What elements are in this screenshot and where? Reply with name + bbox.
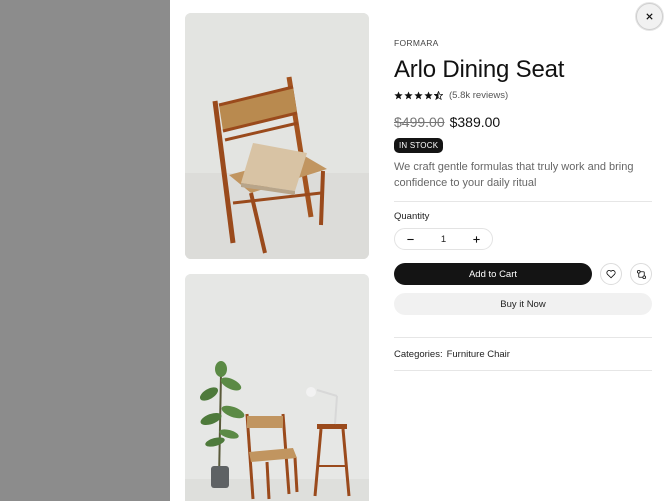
quantity-label: Quantity — [394, 211, 430, 222]
close-button[interactable] — [636, 3, 663, 30]
stock-badge: IN STOCK — [394, 138, 444, 153]
wishlist-button[interactable] — [600, 263, 622, 285]
quantity-value[interactable]: 1 — [441, 234, 446, 245]
divider — [394, 201, 652, 202]
quick-view-panel: FORMARA Arlo Dining Seat (5.8k reviews) … — [170, 0, 668, 501]
brand-name: FORMARA — [394, 38, 439, 48]
buy-now-button[interactable]: Buy it Now — [394, 293, 652, 315]
categories-label: Categories: — [394, 349, 443, 360]
quantity-stepper: 1 — [394, 228, 493, 250]
modal-backdrop[interactable] — [0, 0, 170, 501]
category-link[interactable]: Furniture Chair — [447, 349, 510, 360]
star-icon — [404, 91, 413, 100]
star-icon — [414, 91, 423, 100]
rating-row: (5.8k reviews) — [394, 90, 508, 101]
close-icon — [646, 13, 653, 20]
rating-stars — [394, 91, 443, 100]
product-title: Arlo Dining Seat — [394, 56, 565, 83]
original-price: $499.00 — [394, 114, 445, 130]
increase-quantity-button[interactable] — [470, 232, 484, 246]
divider — [394, 337, 652, 338]
divider — [394, 370, 652, 371]
star-icon — [394, 91, 403, 100]
plus-icon — [473, 235, 481, 243]
sale-price: $389.00 — [449, 114, 501, 130]
product-description: We craft gentle formulas that truly work… — [394, 161, 634, 189]
heart-icon — [606, 270, 616, 279]
review-count[interactable]: (5.8k reviews) — [449, 90, 508, 101]
categories-row: Categories: Furniture Chair — [394, 349, 510, 360]
add-to-cart-button[interactable]: Add to Cart — [394, 263, 592, 285]
product-image-secondary[interactable] — [185, 274, 369, 501]
decrease-quantity-button[interactable] — [403, 232, 417, 246]
price-row: $499.00 $389.00 — [394, 114, 500, 130]
compare-button[interactable] — [630, 263, 652, 285]
product-image-main[interactable] — [185, 13, 369, 259]
star-icon — [424, 91, 433, 100]
product-gallery — [185, 13, 369, 501]
minus-icon — [406, 238, 414, 240]
half-star-icon — [434, 91, 443, 100]
compare-icon — [636, 269, 646, 279]
